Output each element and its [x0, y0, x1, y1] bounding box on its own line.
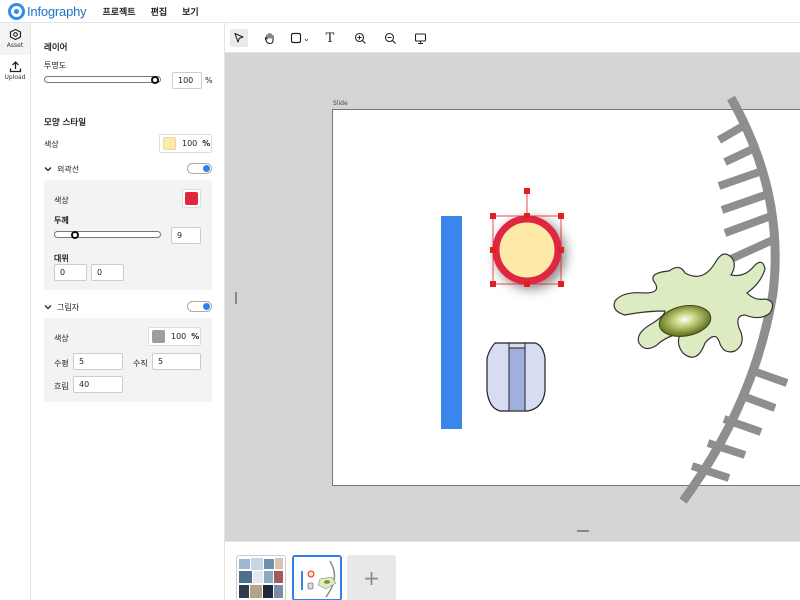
slide-thumbnail-2[interactable]: [292, 555, 342, 600]
canvas-toolbar: ⌄ T: [225, 23, 800, 53]
shadow-color-picker[interactable]: 100 %: [148, 327, 201, 346]
contrast-input-b[interactable]: 0: [91, 264, 124, 281]
slide-thumbnail-1[interactable]: [236, 555, 286, 600]
rail-item-upload[interactable]: Upload: [0, 55, 30, 87]
resize-handle-se[interactable]: [558, 281, 564, 287]
cell-graphic[interactable]: [613, 253, 774, 358]
capsule-graphic[interactable]: [486, 342, 546, 412]
present-tool[interactable]: [411, 29, 429, 47]
menu-bar: Infography 프로젝트 편집 보기: [0, 0, 800, 23]
slide-content: [441, 95, 789, 504]
upload-icon: [9, 61, 21, 73]
outline-section-title: 외곽선: [57, 165, 80, 174]
resize-handle-w[interactable]: [490, 247, 496, 253]
zoom-in-tool[interactable]: [351, 29, 369, 47]
menu-item-project[interactable]: 프로젝트: [102, 5, 135, 18]
thickness-label: 두께: [54, 216, 69, 225]
thickness-slider-knob[interactable]: [71, 230, 79, 239]
thumbnail-resize-handle[interactable]: [577, 530, 589, 532]
zoom-out-tool[interactable]: [381, 29, 399, 47]
horizontal-input[interactable]: 5: [73, 353, 123, 370]
shadow-color-swatch[interactable]: [152, 330, 165, 343]
slide-thumbnails: +: [225, 541, 800, 600]
vertical-label: 수직: [133, 359, 148, 368]
resize-handle-ne[interactable]: [558, 213, 564, 219]
resize-handle-s[interactable]: [524, 281, 530, 287]
asset-icon: [9, 28, 21, 41]
fill-color-swatch[interactable]: [163, 137, 176, 150]
hand-tool[interactable]: [261, 29, 279, 47]
resize-handle-sw[interactable]: [490, 281, 496, 287]
fill-opacity-unit: %: [202, 139, 211, 148]
opacity-label: 투명도: [44, 61, 67, 70]
logo-text: Infography: [27, 3, 87, 19]
outline-chevron-icon[interactable]: [44, 165, 52, 173]
resize-handle-e[interactable]: [558, 247, 564, 253]
shadow-chevron-icon[interactable]: [44, 303, 52, 311]
outline-settings-group: 색상 두께 9 대위 0 0: [44, 180, 212, 290]
shadow-color-label: 색상: [54, 334, 69, 343]
blur-label: 흐림: [54, 382, 69, 391]
contrast-label: 대위: [54, 254, 69, 263]
properties-panel: 레이어 투명도 100 % 모양 스타일 색상 100 % 외곽선 색상 두께 …: [31, 23, 225, 600]
opacity-slider-knob[interactable]: [151, 75, 159, 84]
rail-item-asset[interactable]: Asset: [0, 23, 30, 55]
zoom-in-icon: [354, 32, 366, 44]
present-icon: [414, 32, 426, 44]
opacity-slider[interactable]: [44, 75, 161, 84]
outline-color-picker[interactable]: [182, 189, 201, 208]
thickness-input[interactable]: 9: [171, 227, 201, 244]
app-logo[interactable]: Infography: [8, 2, 87, 20]
shape-tool-dropdown[interactable]: ⌄: [288, 29, 312, 47]
add-slide-button[interactable]: +: [347, 555, 396, 600]
canvas-area[interactable]: Slide: [225, 53, 800, 541]
current-slide-thumbnail-image: [294, 557, 340, 599]
contrast-input-a[interactable]: 0: [54, 264, 87, 281]
chevron-down-icon: ⌄: [303, 33, 310, 43]
shape-style-title: 모양 스타일: [44, 118, 87, 128]
shadow-section-title: 그림자: [57, 303, 80, 312]
text-icon: T: [325, 30, 335, 46]
menu-item-view[interactable]: 보기: [182, 5, 199, 18]
hand-icon: [264, 32, 274, 45]
zoom-out-icon: [384, 32, 396, 44]
vertical-input[interactable]: 5: [152, 353, 201, 370]
outline-toggle[interactable]: [187, 163, 212, 174]
outline-toggle-knob: [203, 165, 210, 172]
outline-color-label: 색상: [54, 196, 69, 205]
menu-item-edit[interactable]: 편집: [151, 5, 168, 18]
shadow-opacity-unit: %: [191, 332, 200, 341]
layer-section-title: 레이어: [44, 43, 68, 53]
left-rail: Asset Upload: [0, 23, 31, 600]
rail-item-upload-label: Upload: [4, 74, 26, 81]
select-arrow-icon: [234, 32, 244, 43]
blue-bar-shape[interactable]: [441, 216, 462, 429]
blur-input[interactable]: 40: [73, 376, 123, 393]
opacity-unit: %: [205, 76, 213, 85]
shadow-toggle[interactable]: [187, 301, 212, 312]
fill-opacity-value[interactable]: 100: [182, 139, 197, 148]
outline-color-swatch[interactable]: [185, 192, 198, 205]
fill-color-label: 색상: [44, 140, 59, 149]
rotate-handle[interactable]: [524, 188, 530, 194]
resize-handle-nw[interactable]: [490, 213, 496, 219]
main-menu: 프로젝트 편집 보기: [102, 5, 213, 18]
shadow-toggle-knob: [203, 303, 210, 310]
text-tool[interactable]: T: [321, 29, 339, 47]
resize-handle-n[interactable]: [524, 213, 530, 219]
logo-icon: [8, 2, 25, 20]
rectangle-icon: [291, 32, 302, 44]
opacity-input[interactable]: 100: [172, 72, 202, 89]
collage-thumbnail-image: [237, 556, 285, 600]
shadow-settings-group: 색상 100 % 수평 5 수직 5 흐림 40: [44, 318, 212, 402]
select-tool[interactable]: [230, 29, 248, 47]
selected-circle-shape[interactable]: [492, 215, 562, 285]
shadow-opacity-value[interactable]: 100: [171, 332, 186, 341]
thickness-slider[interactable]: [54, 230, 161, 239]
fill-color-picker[interactable]: 100 %: [159, 134, 212, 153]
horizontal-label: 수평: [54, 359, 69, 368]
rail-item-asset-label: Asset: [6, 42, 24, 49]
